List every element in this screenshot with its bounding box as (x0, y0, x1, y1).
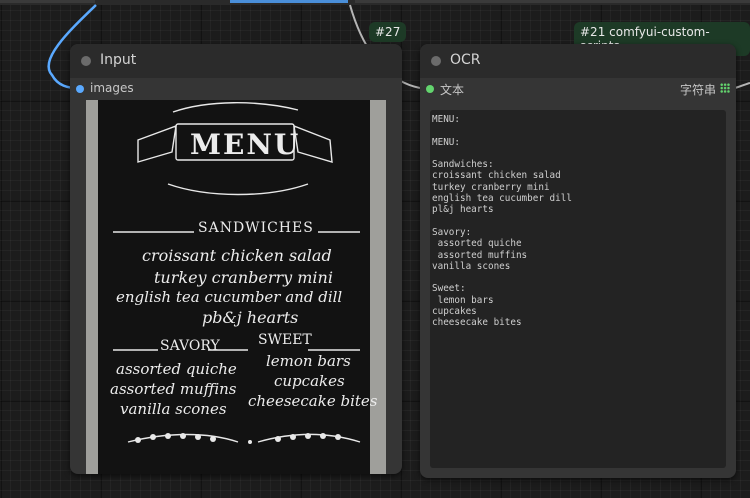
sweet-heading: SWEET (258, 332, 312, 348)
menu-heading: MENU (190, 128, 301, 161)
chalkboard-menu-image: MENU SANDWICHES croissant chicken salad … (98, 100, 377, 474)
text-slot-label: 文本 (440, 83, 465, 97)
collapse-dot-icon[interactable] (431, 56, 441, 66)
collapse-dot-icon[interactable] (81, 56, 91, 66)
grid-icon[interactable] (720, 83, 730, 93)
input-node-header[interactable]: Input (70, 44, 402, 78)
images-output-slot[interactable] (76, 85, 84, 93)
menu-item: pb&j hearts (202, 308, 299, 327)
ocr-node-header[interactable]: OCR (420, 44, 736, 78)
menu-item: turkey cranberry mini (154, 268, 333, 287)
menu-item: croissant chicken salad (142, 246, 332, 265)
menu-item: assorted quiche (116, 360, 237, 378)
menu-item: vanilla scones (120, 400, 227, 418)
menu-item: cheesecake bites (248, 392, 378, 410)
wire-string-link (734, 82, 750, 89)
menu-item: english tea cucumber and dill (116, 288, 343, 306)
menu-item: assorted muffins (110, 380, 237, 398)
input-node[interactable]: Input images MENU SANDWICHES croissant c… (70, 44, 402, 474)
ocr-output-text: MENU: MENU: Sandwiches: croissant chicke… (432, 114, 572, 329)
node-badge-27: #27 (369, 22, 407, 42)
savory-heading: SAVORY (160, 338, 220, 354)
text-input-slot[interactable] (426, 85, 434, 93)
sandwiches-heading: SANDWICHES (194, 220, 318, 236)
image-preview: MENU SANDWICHES croissant chicken salad … (86, 100, 386, 474)
images-slot-label: images (90, 81, 134, 95)
menu-item: lemon bars (266, 352, 351, 370)
string-slot-label: 字符串 (679, 83, 716, 97)
node-title: OCR (450, 52, 481, 68)
menu-item: cupcakes (274, 372, 345, 390)
node-title: Input (100, 52, 137, 68)
